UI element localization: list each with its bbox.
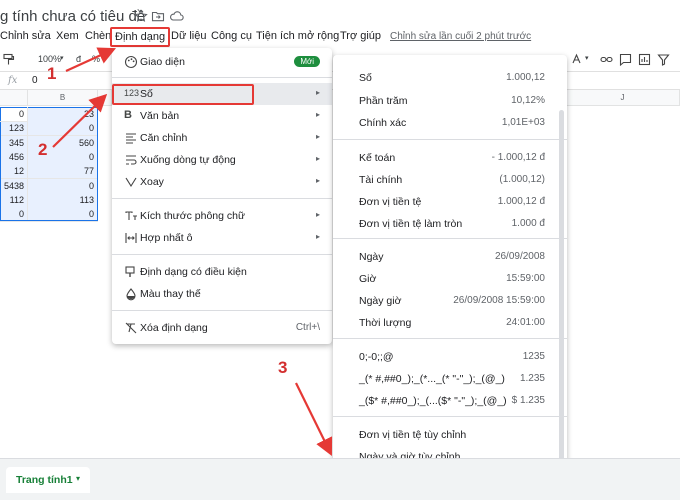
step-label-1: 1 [47, 64, 57, 83]
sheet-tab-chevron-icon[interactable]: ▾ [76, 474, 80, 483]
annotation-arrows [52, 47, 333, 456]
arrow-step-3 [295, 382, 333, 456]
sheet-tab-label: Trang tính1 [16, 474, 73, 486]
arrow-step-2 [52, 93, 108, 148]
sheet-tab-active[interactable]: Trang tính1 ▾ [6, 467, 90, 493]
sheet-tab-bar: Trang tính1 ▾ [0, 458, 680, 500]
step-label-2: 2 [38, 140, 48, 159]
arrow-step-1 [65, 47, 117, 73]
step-label-3: 3 [278, 358, 288, 377]
